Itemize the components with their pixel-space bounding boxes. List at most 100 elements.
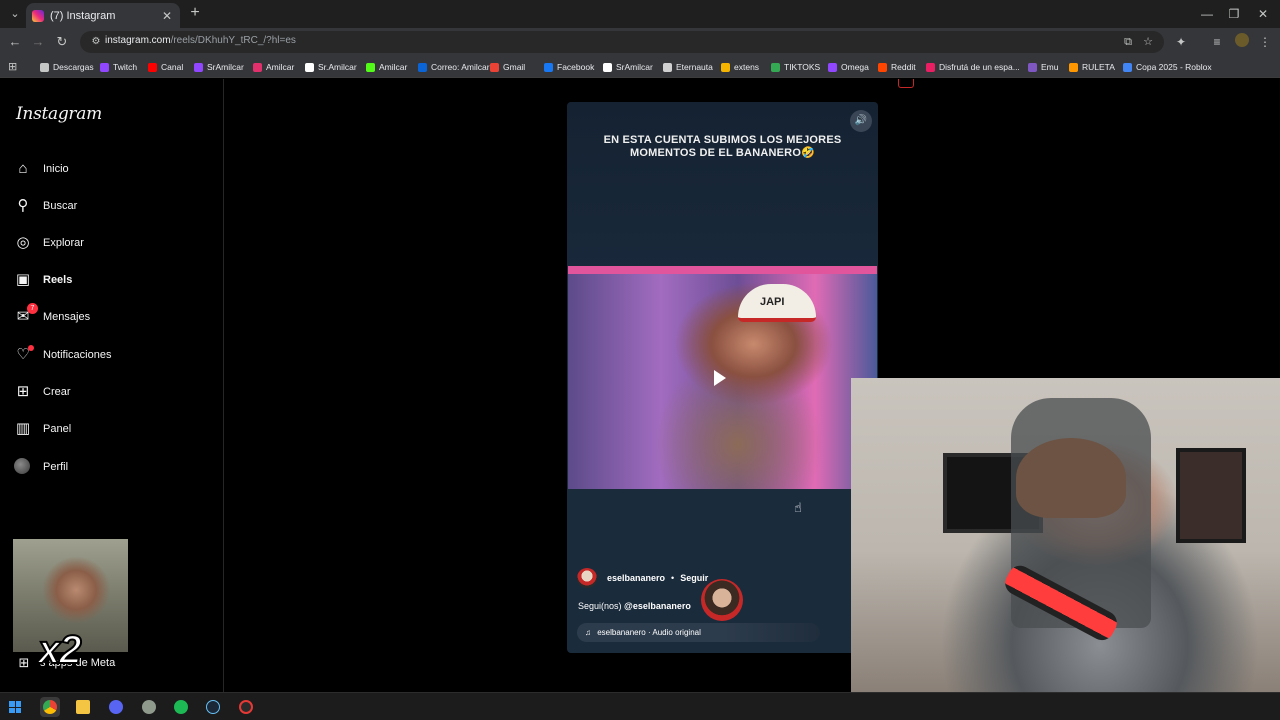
description-text: Segui(nos) bbox=[578, 601, 622, 611]
reel-author-row: eselbananero • Seguir bbox=[577, 568, 708, 588]
bookmark-label: Canal bbox=[161, 62, 184, 72]
bookmark-item[interactable]: Disfrutá de un espa... bbox=[926, 60, 1020, 74]
bookmark-item[interactable]: Facebook bbox=[544, 60, 594, 74]
reel-caption-line-2: MOMENTOS DE EL BANANERO🤣 bbox=[630, 147, 815, 159]
bookmark-label: Copa 2025 - Roblox bbox=[1136, 62, 1212, 72]
spotify-icon[interactable] bbox=[171, 697, 191, 717]
instagram-logo[interactable]: Instagram bbox=[16, 104, 102, 124]
bookmark-item[interactable]: extens bbox=[721, 60, 759, 74]
bookmark-label: Amilcar bbox=[266, 62, 295, 72]
bookmark-label: Correo: Amilcar bbox=[431, 62, 490, 72]
address-bar[interactable]: ⚙ instagram.com/reels/DKhuhY_tRC_/?hl=es… bbox=[80, 31, 1164, 53]
author-avatar[interactable] bbox=[577, 568, 597, 588]
bookmark-item[interactable]: Reddit bbox=[878, 60, 916, 74]
bookmark-item[interactable]: SrAmilcar bbox=[194, 60, 244, 74]
chrome-taskbar-icon[interactable] bbox=[40, 697, 60, 717]
nav-label: Explorar bbox=[43, 237, 84, 249]
bar-chart-icon: ▥ bbox=[15, 420, 31, 437]
bookmark-favicon-icon bbox=[194, 62, 203, 72]
windows-start-icon[interactable] bbox=[9, 701, 21, 713]
file-explorer-icon[interactable] bbox=[73, 697, 93, 717]
reel-description: Segui(nos) @eselbananero bbox=[578, 601, 691, 611]
description-mention[interactable]: @eselbananero bbox=[624, 601, 691, 611]
bookmark-favicon-icon bbox=[40, 62, 49, 72]
bookmark-item[interactable]: Amilcar bbox=[253, 60, 294, 74]
tab-instagram[interactable]: (7) Instagram ✕ bbox=[26, 3, 180, 28]
nav-label: Perfil bbox=[43, 461, 69, 473]
nav-home[interactable]: ⌂ Inicio bbox=[14, 157, 68, 181]
bookmark-star-icon[interactable]: ☆ bbox=[1140, 34, 1156, 50]
reel-caption: EN ESTA CUENTA SUBIMOS LOS MEJORES MOMEN… bbox=[567, 134, 878, 160]
extensions-icon[interactable]: ✦ bbox=[1172, 33, 1190, 51]
profile-avatar[interactable] bbox=[1235, 33, 1249, 47]
tab-strip: ⌄ (7) Instagram ✕ + — ❐ ✕ bbox=[0, 0, 1280, 28]
notification-dot bbox=[28, 345, 34, 351]
steam-icon[interactable] bbox=[203, 697, 223, 717]
audio-thumbnail[interactable] bbox=[701, 579, 743, 621]
follow-button[interactable]: Seguir bbox=[680, 573, 708, 583]
bookmark-favicon-icon bbox=[418, 62, 427, 72]
bookmark-item[interactable]: Omega bbox=[828, 60, 869, 74]
reload-icon[interactable]: ↻ bbox=[53, 33, 71, 51]
bookmark-item[interactable]: Amilcar bbox=[366, 60, 407, 74]
bookmark-label: Omega bbox=[841, 62, 869, 72]
forward-icon[interactable]: → bbox=[29, 33, 47, 51]
bookmark-favicon-icon bbox=[100, 62, 109, 72]
bookmark-favicon-icon bbox=[544, 62, 553, 72]
separator: • bbox=[671, 573, 675, 583]
plus-square-icon: ⊞ bbox=[16, 383, 30, 400]
nav-avatar[interactable]: Perfil bbox=[14, 455, 68, 479]
bookmark-item[interactable]: Emu bbox=[1028, 60, 1058, 74]
bookmark-item[interactable]: Twitch bbox=[100, 60, 137, 74]
url-text: instagram.com/reels/DKhuhY_tRC_/?hl=es bbox=[105, 35, 296, 46]
bookmark-favicon-icon bbox=[490, 62, 499, 72]
reel-player[interactable]: EN ESTA CUENTA SUBIMOS LOS MEJORES MOMEN… bbox=[567, 102, 878, 653]
menu-icon[interactable]: ⋮ bbox=[1256, 33, 1274, 51]
music-note-icon: ♫ bbox=[585, 628, 591, 637]
close-window-icon[interactable]: ✕ bbox=[1246, 0, 1280, 28]
discord-icon[interactable] bbox=[106, 697, 126, 717]
bookmark-item[interactable]: SrAmilcar bbox=[603, 60, 653, 74]
bookmark-item[interactable]: Eternauta bbox=[663, 60, 713, 74]
media-control-icon[interactable]: ≡ bbox=[1208, 33, 1226, 51]
audio-pill[interactable]: ♫ eselbananero · Audio original bbox=[577, 623, 820, 642]
reel-video-frame[interactable]: JAPI bbox=[568, 266, 877, 489]
bookmark-item[interactable]: Gmail bbox=[490, 60, 525, 74]
app-icon[interactable] bbox=[139, 697, 159, 717]
bookmark-favicon-icon bbox=[828, 62, 837, 72]
nav-plus-square[interactable]: ⊞ Crear bbox=[14, 380, 71, 404]
bookmark-label: SrAmilcar bbox=[616, 62, 653, 72]
apps-grid-icon[interactable]: ⊞ bbox=[8, 60, 22, 74]
tab-search-button[interactable]: ⌄ bbox=[6, 5, 24, 23]
bookmark-item[interactable]: Canal bbox=[148, 60, 183, 74]
nav-compass[interactable]: ◎ Explorar bbox=[14, 231, 84, 255]
back-icon[interactable]: ← bbox=[6, 33, 24, 51]
instagram-favicon-icon bbox=[32, 9, 44, 22]
nav-heart[interactable]: ♡ Notificaciones bbox=[14, 343, 111, 367]
bookmark-item[interactable]: TIKTOKS bbox=[771, 60, 820, 74]
nav-messenger[interactable]: ✉ 7 Mensajes bbox=[14, 303, 90, 329]
meta-apps-icon: ⊞ bbox=[18, 655, 30, 670]
volume-icon[interactable]: 🔊 bbox=[850, 110, 872, 132]
play-icon[interactable] bbox=[714, 370, 726, 386]
nav-bar-chart[interactable]: ▥ Panel bbox=[14, 417, 71, 441]
bookmark-favicon-icon bbox=[305, 62, 314, 72]
new-tab-button[interactable]: + bbox=[186, 4, 204, 22]
install-app-icon[interactable]: ⧉ bbox=[1120, 34, 1136, 50]
bookmark-item[interactable]: Sr.Amilcar bbox=[305, 60, 357, 74]
audio-label: eselbananero · Audio original bbox=[597, 628, 701, 637]
bookmark-item[interactable]: RULETA bbox=[1069, 60, 1115, 74]
nav-search[interactable]: ⚲ Buscar bbox=[14, 194, 78, 218]
nav-reels[interactable]: ▣ Reels bbox=[14, 268, 72, 292]
author-username[interactable]: eselbananero bbox=[607, 573, 665, 583]
close-tab-icon[interactable]: ✕ bbox=[160, 9, 174, 23]
bookmark-item[interactable]: Descargas bbox=[40, 60, 94, 74]
bookmark-label: Sr.Amilcar bbox=[318, 62, 357, 72]
obs-icon[interactable] bbox=[236, 697, 256, 717]
bookmark-item[interactable]: Copa 2025 - Roblox bbox=[1123, 60, 1212, 74]
bookmark-item[interactable]: Correo: Amilcar bbox=[418, 60, 490, 74]
bookmark-favicon-icon bbox=[603, 62, 612, 72]
heart-icon: ♡ bbox=[14, 345, 34, 364]
compass-icon: ◎ bbox=[16, 234, 30, 251]
site-info-icon[interactable]: ⚙ bbox=[88, 34, 104, 50]
